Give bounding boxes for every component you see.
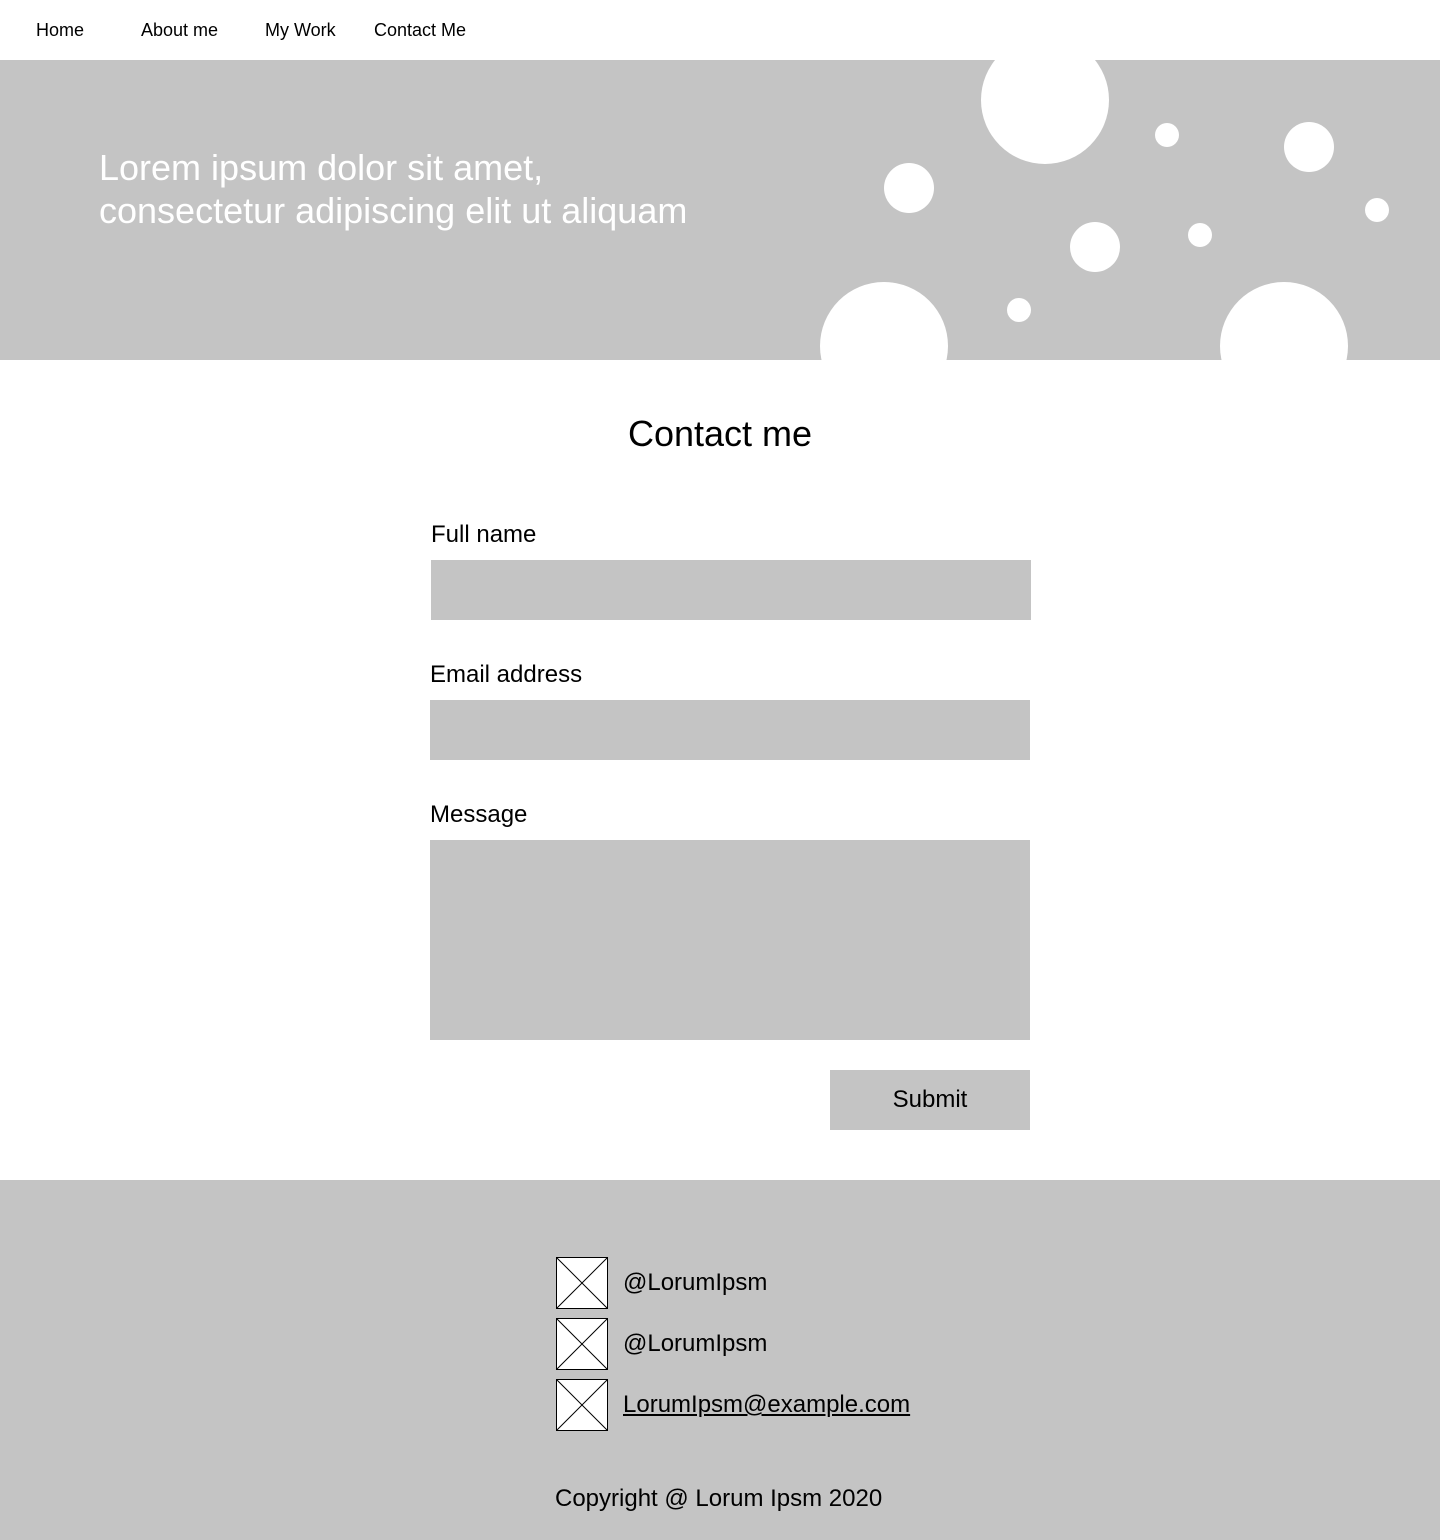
email-address-label: Email address: [430, 661, 583, 688]
hero-banner: Lorem ipsum dolor sit amet, consectetur …: [0, 60, 1440, 360]
copyright-text: Copyright @ Lorum Ipsm 2020: [555, 1485, 883, 1512]
nav-work-link[interactable]: My Work: [265, 19, 336, 41]
social-handle-1[interactable]: @LorumIpsm: [623, 1269, 767, 1297]
decorative-bubble: [1220, 282, 1348, 360]
submit-button[interactable]: Submit: [830, 1070, 1030, 1130]
image-placeholder-icon: [556, 1257, 608, 1309]
full-name-input[interactable]: [431, 560, 1031, 620]
decorative-bubble: [884, 163, 934, 213]
full-name-label: Full name: [431, 521, 537, 548]
hero-heading-line-2: consectetur adipiscing elit ut aliquam: [99, 190, 688, 231]
social-item: @LorumIpsm: [556, 1318, 767, 1370]
image-placeholder-icon: [556, 1318, 608, 1370]
social-item: @LorumIpsm: [556, 1257, 767, 1309]
decorative-bubble: [1155, 123, 1179, 147]
decorative-bubble: [1365, 198, 1389, 222]
decorative-bubble: [820, 282, 948, 360]
hero-heading-line-1: Lorem ipsum dolor sit amet,: [99, 147, 544, 188]
email-link[interactable]: LorumIpsm@example.com: [623, 1391, 910, 1419]
top-nav: Home About me My Work Contact Me: [0, 0, 1440, 60]
decorative-bubble: [981, 60, 1109, 164]
social-handle-2[interactable]: @LorumIpsm: [623, 1330, 767, 1358]
decorative-bubble: [1284, 122, 1334, 172]
image-placeholder-icon: [556, 1379, 608, 1431]
nav-about-link[interactable]: About me: [141, 19, 218, 41]
decorative-bubble: [1007, 298, 1031, 322]
nav-home-link[interactable]: Home: [36, 19, 84, 41]
hero-heading: Lorem ipsum dolor sit amet, consectetur …: [99, 146, 799, 232]
message-label: Message: [430, 801, 528, 828]
nav-contact-link[interactable]: Contact Me: [374, 19, 466, 41]
contact-title: Contact me: [627, 413, 813, 454]
decorative-bubble: [1070, 222, 1120, 272]
email-address-input[interactable]: [430, 700, 1030, 760]
message-textarea[interactable]: [430, 840, 1030, 1040]
social-item: LorumIpsm@example.com: [556, 1379, 910, 1431]
decorative-bubble: [1188, 223, 1212, 247]
